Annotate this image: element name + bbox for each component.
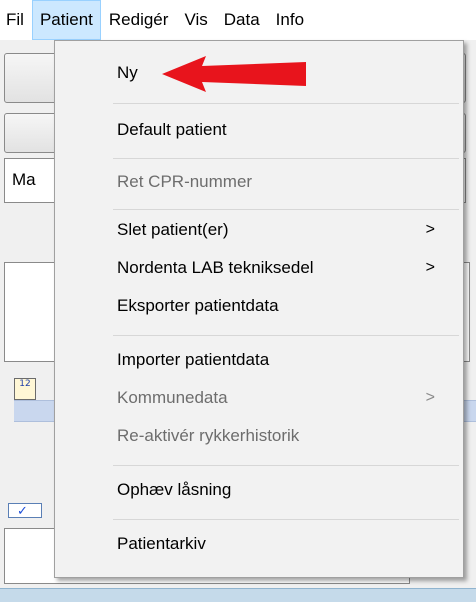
menu-item-kommunedata: Kommunedata > bbox=[55, 381, 463, 415]
menu-item-importer[interactable]: Importer patientdata bbox=[55, 343, 463, 377]
menu-separator bbox=[113, 158, 459, 159]
menu-item-patientarkiv-label: Patientarkiv bbox=[117, 534, 206, 553]
menu-item-default-patient[interactable]: Default patient bbox=[55, 113, 463, 147]
menu-item-patientarkiv[interactable]: Patientarkiv bbox=[55, 527, 463, 561]
menu-item-ophaev-laasning[interactable]: Ophæv låsning bbox=[55, 473, 463, 507]
menu-separator bbox=[113, 103, 459, 104]
background-checkbox[interactable]: ✓ bbox=[8, 503, 42, 518]
menu-vis[interactable]: Vis bbox=[176, 0, 215, 40]
menu-separator bbox=[113, 335, 459, 336]
menubar: Fil Patient Redigér Vis Data Info bbox=[0, 0, 476, 40]
menu-separator bbox=[113, 519, 459, 520]
menu-item-eksporter[interactable]: Eksporter patientdata bbox=[55, 289, 463, 323]
background-field-label: Ma bbox=[12, 170, 36, 189]
menu-item-slet-patient[interactable]: Slet patient(er) > bbox=[55, 213, 463, 247]
menu-patient[interactable]: Patient bbox=[31, 0, 101, 40]
red-arrow-annotation-icon bbox=[162, 56, 306, 92]
menu-item-ny-label: Ny bbox=[117, 63, 138, 82]
menu-item-nordenta[interactable]: Nordenta LAB tekniksedel > bbox=[55, 251, 463, 285]
menu-item-eksporter-label: Eksporter patientdata bbox=[117, 296, 279, 315]
submenu-arrow-icon: > bbox=[425, 259, 435, 276]
menu-item-reaktiver: Re-aktivér rykkerhistorik bbox=[55, 419, 463, 453]
menu-separator bbox=[113, 465, 459, 466]
menu-item-kommunedata-label: Kommunedata bbox=[117, 388, 228, 407]
menu-rediger[interactable]: Redigér bbox=[101, 0, 177, 40]
menu-item-ret-cpr-label: Ret CPR-nummer bbox=[117, 172, 253, 191]
menu-item-nordenta-label: Nordenta LAB tekniksedel bbox=[117, 258, 314, 277]
status-bar bbox=[0, 588, 476, 602]
menu-item-ophaev-laasning-label: Ophæv låsning bbox=[117, 480, 232, 499]
menu-item-default-patient-label: Default patient bbox=[117, 120, 227, 139]
submenu-arrow-icon: > bbox=[425, 389, 435, 406]
menu-item-importer-label: Importer patientdata bbox=[117, 350, 270, 369]
menu-item-slet-patient-label: Slet patient(er) bbox=[117, 220, 229, 239]
menu-info[interactable]: Info bbox=[268, 0, 312, 40]
menu-data[interactable]: Data bbox=[216, 0, 268, 40]
app-window: Fil Patient Redigér Vis Data Info Ma 12 … bbox=[0, 0, 476, 602]
calendar-clock-icon[interactable]: 12 bbox=[14, 378, 36, 400]
menu-fil[interactable]: Fil bbox=[0, 0, 32, 40]
patient-dropdown-menu: Ny Default patient Ret CPR-nummer Slet p… bbox=[54, 40, 464, 578]
menu-item-reaktiver-label: Re-aktivér rykkerhistorik bbox=[117, 426, 300, 445]
submenu-arrow-icon: > bbox=[425, 221, 435, 238]
menu-item-ret-cpr: Ret CPR-nummer bbox=[55, 165, 463, 199]
menu-separator bbox=[113, 209, 459, 210]
